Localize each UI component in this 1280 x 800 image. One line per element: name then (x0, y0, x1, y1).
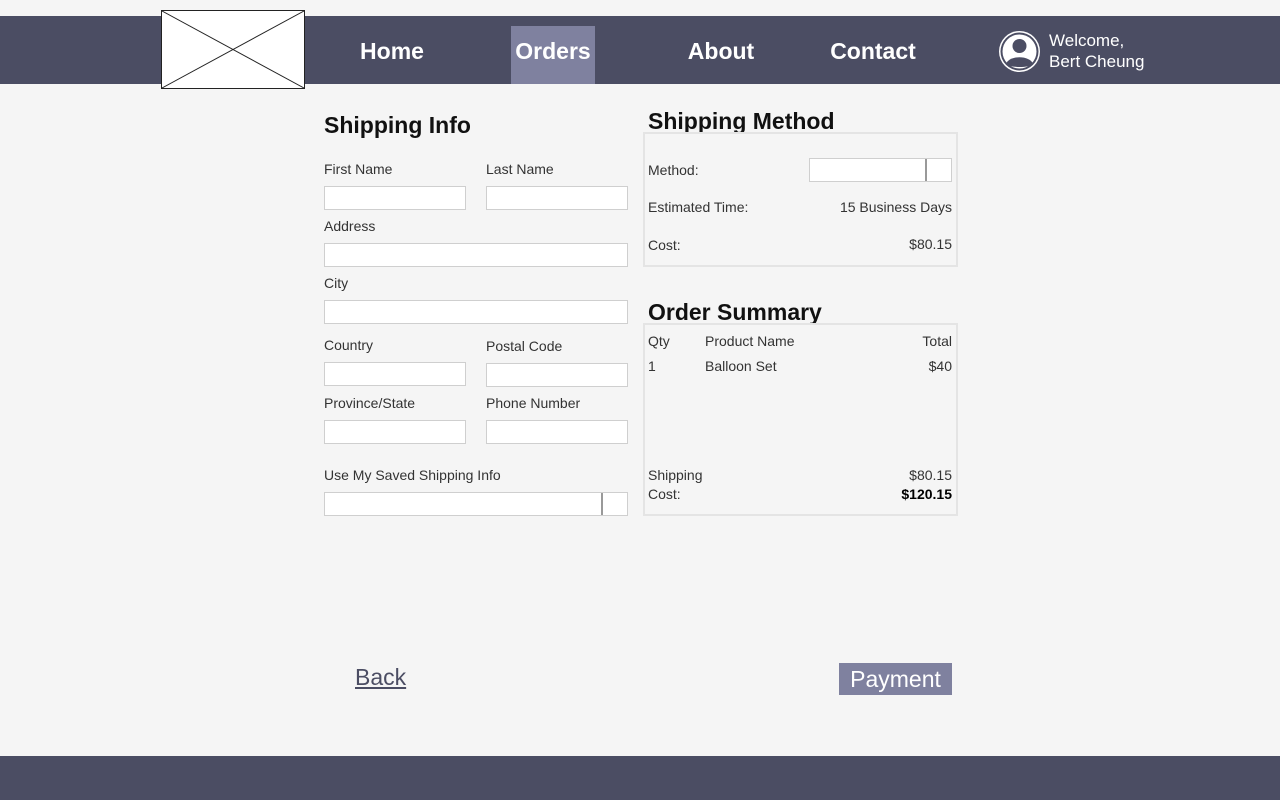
summary-shipping-label: Shipping (648, 467, 703, 483)
saved-shipping-select[interactable] (324, 492, 628, 516)
shipping-info-title: Shipping Info (324, 112, 471, 138)
method-dropdown-button[interactable] (925, 159, 951, 181)
phone-number-label: Phone Number (486, 395, 581, 411)
nav-about[interactable]: About (680, 26, 762, 84)
logo-placeholder-image[interactable] (161, 10, 305, 89)
postal-code-field[interactable] (486, 363, 628, 387)
city-field[interactable] (324, 300, 628, 324)
user-avatar-icon (999, 30, 1040, 72)
country-field[interactable] (324, 362, 466, 386)
welcome-text: Welcome, Bert Cheung (1049, 30, 1144, 72)
nav-contact[interactable]: Contact (824, 26, 922, 84)
footer-bar (0, 756, 1280, 800)
order-summary-title: Order Summary (648, 299, 822, 325)
province-state-field[interactable] (324, 420, 466, 444)
last-name-field[interactable] (486, 186, 628, 210)
order-row-qty: 1 (648, 358, 656, 374)
last-name-label: Last Name (486, 161, 554, 177)
welcome-greeting: Welcome, (1049, 31, 1125, 50)
address-label: Address (324, 218, 376, 234)
estimated-time-value: 15 Business Days (839, 199, 952, 215)
user-name: Bert Cheung (1049, 52, 1145, 71)
first-name-label: First Name (324, 161, 393, 177)
phone-number-field[interactable] (486, 420, 628, 444)
shipping-cost-label: Cost: (648, 237, 681, 253)
user-menu[interactable]: Welcome, Bert Cheung (999, 30, 1144, 72)
back-link[interactable]: Back (355, 664, 406, 691)
product-name-header: Product Name (705, 333, 795, 349)
first-name-field[interactable] (324, 186, 466, 210)
address-field[interactable] (324, 243, 628, 267)
payment-button[interactable]: Payment (839, 663, 952, 695)
shipping-cost-value: $80.15 (909, 236, 952, 252)
summary-cost-label: Cost: (648, 486, 681, 502)
shipping-method-title: Shipping Method (648, 108, 835, 134)
order-row-total: $40 (928, 358, 952, 374)
saved-shipping-dropdown-button[interactable] (601, 493, 627, 515)
nav-home[interactable]: Home (352, 26, 432, 84)
nav-orders[interactable]: Orders (511, 26, 595, 84)
qty-header: Qty (648, 333, 670, 349)
postal-code-label: Postal Code (486, 338, 563, 354)
method-label: Method: (648, 162, 699, 178)
summary-shipping-value: $80.15 (909, 467, 952, 483)
total-header: Total (922, 333, 952, 349)
province-state-label: Province/State (324, 395, 416, 411)
method-select[interactable] (809, 158, 952, 182)
country-label: Country (324, 337, 374, 353)
saved-shipping-label: Use My Saved Shipping Info (324, 467, 501, 483)
order-row-product: Balloon Set (705, 358, 777, 374)
city-label: City (324, 275, 349, 291)
summary-cost-value: $120.15 (901, 486, 952, 502)
estimated-time-label: Estimated Time: (648, 199, 749, 215)
